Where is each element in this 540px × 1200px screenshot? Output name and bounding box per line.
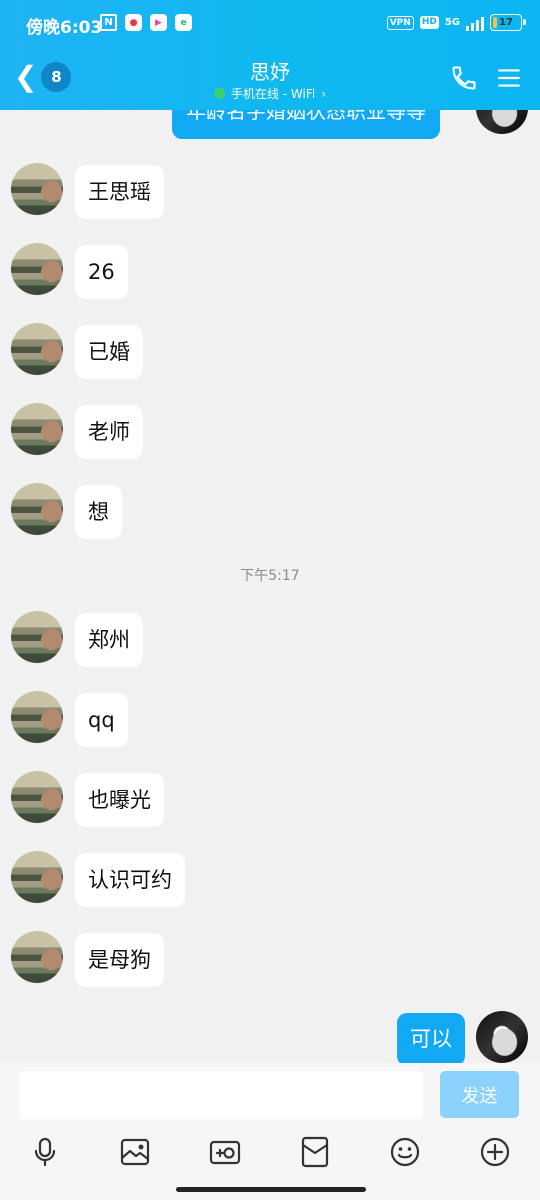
play-app-icon: ▶ xyxy=(150,14,167,31)
status-app-icons: N ● ▶ e xyxy=(100,14,192,31)
contact-avatar[interactable] xyxy=(11,403,63,455)
received-message-bubble[interactable]: 也曝光 xyxy=(75,773,164,827)
contact-avatar[interactable] xyxy=(11,163,63,215)
contact-avatar[interactable] xyxy=(11,931,63,983)
status-indicators: VPN HD 5G 17 xyxy=(386,14,526,31)
hd-indicator: HD xyxy=(419,16,439,29)
plus-icon[interactable] xyxy=(478,1135,512,1169)
received-message-bubble[interactable]: 认识可约 xyxy=(75,853,185,907)
received-message-bubble[interactable]: 老师 xyxy=(75,405,143,459)
camera-icon[interactable] xyxy=(208,1135,242,1169)
received-message-bubble[interactable]: 王思瑶 xyxy=(75,165,164,219)
status-bar: 傍晚6:03 N ● ▶ e VPN HD 5G 17 xyxy=(0,0,540,48)
received-message-bubble[interactable]: 想 xyxy=(75,485,122,539)
received-message-bubble[interactable]: 26 xyxy=(75,245,128,299)
online-status-text: 手机在线 - WiFi xyxy=(230,87,316,101)
menu-icon[interactable] xyxy=(496,64,522,92)
phone-icon[interactable] xyxy=(450,64,478,92)
emoji-icon[interactable] xyxy=(388,1135,422,1169)
photo-icon[interactable] xyxy=(118,1135,152,1169)
contact-avatar[interactable] xyxy=(11,611,63,663)
red-packet-icon[interactable] xyxy=(298,1135,332,1169)
nfc-icon: N xyxy=(100,14,117,31)
green-app-icon: e xyxy=(175,14,192,31)
contact-avatar[interactable] xyxy=(11,691,63,743)
battery-icon: 17 xyxy=(490,14,526,31)
home-indicator[interactable] xyxy=(176,1187,366,1192)
battery-level: 17 xyxy=(499,17,513,28)
message-timestamp: 下午5:17 xyxy=(240,568,300,584)
input-area: 发送 xyxy=(0,1063,540,1200)
chat-toolbar xyxy=(0,1131,540,1173)
received-message-bubble[interactable]: 已婚 xyxy=(75,325,143,379)
send-button[interactable]: 发送 xyxy=(440,1071,519,1118)
online-dot-icon xyxy=(213,88,225,99)
chat-header: 傍晚6:03 N ● ▶ e VPN HD 5G 17 ❮ 8 思妤 手机在线 … xyxy=(0,0,540,110)
received-message-bubble[interactable]: 郑州 xyxy=(75,613,143,667)
contact-avatar[interactable] xyxy=(11,771,63,823)
contact-avatar[interactable] xyxy=(11,851,63,903)
self-avatar[interactable] xyxy=(476,1011,528,1063)
red-app-icon: ● xyxy=(125,14,142,31)
self-message-bubble[interactable]: 可以 xyxy=(397,1013,465,1066)
status-time: 傍晚6:03 xyxy=(26,18,103,38)
contact-avatar[interactable] xyxy=(11,483,63,535)
signal-icon xyxy=(466,15,484,31)
received-message-bubble[interactable]: 是母狗 xyxy=(75,933,164,987)
microphone-icon[interactable] xyxy=(28,1135,62,1169)
chevron-right-icon: › xyxy=(321,86,327,101)
vpn-indicator: VPN xyxy=(386,15,414,30)
message-input[interactable] xyxy=(20,1071,423,1119)
contact-avatar[interactable] xyxy=(11,243,63,295)
contact-avatar[interactable] xyxy=(11,323,63,375)
header-actions xyxy=(450,64,522,92)
received-message-bubble[interactable]: qq xyxy=(75,693,128,747)
network-type: 5G xyxy=(444,17,460,28)
